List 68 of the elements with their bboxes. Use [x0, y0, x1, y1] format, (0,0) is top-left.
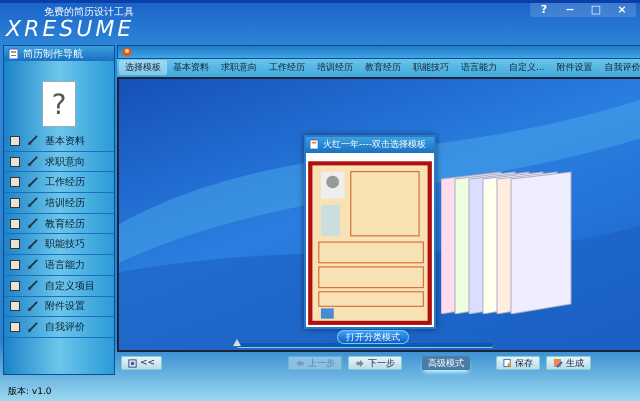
pencil-icon	[26, 155, 39, 168]
photo-frame[interactable]: ?	[42, 81, 76, 127]
toolbar-button[interactable]: 下一步	[348, 356, 402, 370]
pencil-icon	[26, 217, 39, 230]
question-mark: ?	[52, 88, 66, 120]
nav-item[interactable]: 附件设置	[45, 299, 85, 314]
nav-item[interactable]: 教育经历	[45, 216, 85, 231]
checkbox[interactable]	[10, 301, 20, 312]
tab[interactable]: 语言能力	[455, 60, 503, 76]
document-icon	[309, 139, 320, 150]
pencil-icon	[26, 134, 39, 148]
pencil-icon	[26, 196, 39, 210]
toolbar-button[interactable]: 生成	[546, 356, 592, 370]
checkbox[interactable]	[10, 218, 20, 229]
tab[interactable]: 附件设置	[550, 60, 599, 76]
left-arrow-icon	[295, 358, 306, 368]
pencil-icon	[26, 258, 39, 272]
tab[interactable]: 教育经历	[359, 60, 407, 76]
tab[interactable]: 自定义...	[503, 60, 551, 76]
panel-title: 简历制作导航	[23, 48, 83, 60]
tagline: 免费的简历设计工具	[44, 7, 134, 18]
nav-item[interactable]: 基本资料	[45, 134, 85, 148]
checkbox[interactable]	[10, 280, 20, 291]
window-button[interactable]: ?	[532, 3, 556, 17]
nav-item[interactable]: 求职意向	[45, 154, 85, 169]
checkbox[interactable]	[10, 136, 20, 146]
nav-item[interactable]: 语言能力	[45, 258, 85, 272]
tab[interactable]: 培训经历	[311, 60, 359, 76]
toolbar-button[interactable]: 保存	[496, 356, 540, 370]
app-logo: XRESUME	[6, 18, 134, 42]
tab[interactable]: 选择模板	[119, 60, 167, 76]
template-card[interactable]: 火红一年----双击选择模板	[304, 134, 436, 329]
pencil-icon	[26, 279, 39, 292]
tab[interactable]: 自我评价	[598, 60, 640, 76]
checkbox[interactable]	[10, 239, 20, 250]
checkbox[interactable]	[10, 177, 20, 188]
pencil-icon	[26, 320, 39, 334]
checkbox[interactable]	[10, 260, 20, 270]
tab[interactable]: 基本资料	[167, 60, 215, 76]
right-arrow-icon	[355, 358, 366, 368]
version-label: 版本: v1.0	[7, 386, 53, 399]
nav-item[interactable]: 职能技巧	[45, 237, 85, 252]
window-button[interactable]: −	[558, 3, 582, 17]
document-pen-icon	[553, 358, 564, 368]
avatar-icon	[122, 46, 132, 57]
tab[interactable]: 职能技巧	[407, 60, 455, 76]
tab[interactable]: 工作经历	[263, 60, 311, 76]
tab[interactable]: 求职意向	[215, 60, 263, 76]
window-button[interactable]: □	[584, 3, 608, 17]
document-icon	[8, 48, 20, 60]
checkbox[interactable]	[10, 156, 20, 167]
nav-item[interactable]: 自定义项目	[45, 278, 95, 293]
checkbox[interactable]	[10, 198, 20, 208]
nav-item[interactable]: 工作经历	[45, 175, 85, 190]
window-icon	[128, 358, 137, 368]
template-title: 火红一年----双击选择模板	[323, 138, 426, 152]
save-icon	[503, 358, 512, 368]
window-button[interactable]: ×	[610, 3, 634, 17]
toolbar-button[interactable]: <<	[121, 356, 162, 370]
pencil-icon	[26, 176, 39, 189]
nav-item[interactable]: 培训经历	[45, 196, 85, 210]
category-mode-button[interactable]: 打开分类模式	[337, 330, 409, 344]
toolbar-button[interactable]: 高级模式	[422, 356, 470, 370]
pencil-icon	[26, 300, 39, 313]
slider-thumb[interactable]	[233, 338, 241, 346]
pencil-icon	[26, 238, 39, 251]
nav-item[interactable]: 自我评价	[45, 320, 85, 334]
checkbox[interactable]	[10, 322, 20, 332]
